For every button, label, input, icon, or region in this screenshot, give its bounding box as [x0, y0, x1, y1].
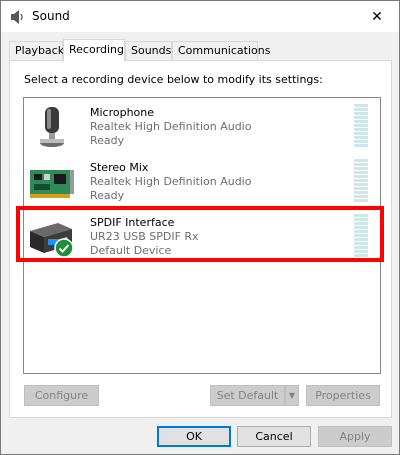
device-description: Realtek High Definition Audio	[90, 120, 252, 133]
title-bar: Sound ✕	[1, 1, 399, 32]
device-name: Stereo Mix	[90, 161, 149, 174]
sound-dialog: Sound ✕ Playback Recording Sounds Commun…	[0, 0, 400, 455]
level-meter	[354, 104, 368, 148]
device-status: Default Device	[90, 244, 172, 257]
device-list[interactable]: Microphone Realtek High Definition Audio…	[23, 97, 381, 374]
microphone-icon	[40, 107, 64, 147]
recording-panel: Select a recording device below to modif…	[9, 60, 392, 418]
device-status: Ready	[90, 134, 125, 147]
ok-label: OK	[186, 430, 202, 443]
green-check-icon	[54, 238, 74, 258]
set-default-dropdown[interactable]: ▼	[285, 385, 299, 406]
tab-playback[interactable]: Playback	[9, 41, 64, 61]
close-button[interactable]: ✕	[355, 1, 399, 32]
device-item-spdif-interface[interactable]: SPDIF Interface UR23 USB SPDIF Rx Defaul…	[24, 210, 380, 262]
device-item-stereo-mix[interactable]: Stereo Mix Realtek High Definition Audio…	[24, 155, 380, 207]
level-meter	[354, 214, 368, 258]
set-default-button[interactable]: Set Default	[210, 385, 285, 406]
tab-sounds[interactable]: Sounds	[125, 41, 172, 61]
level-meter	[354, 159, 368, 203]
cancel-label: Cancel	[255, 430, 293, 443]
configure-label: Configure	[34, 389, 89, 402]
speaker-icon	[11, 10, 23, 24]
chevron-down-icon: ▼	[288, 391, 296, 400]
apply-label: Apply	[339, 430, 371, 443]
close-icon: ✕	[371, 8, 383, 25]
sound-card-icon	[30, 170, 74, 198]
window-title: Sound	[32, 9, 70, 23]
device-name: SPDIF Interface	[90, 216, 175, 229]
properties-label: Properties	[315, 389, 371, 402]
device-name: Microphone	[90, 106, 155, 119]
instruction-text: Select a recording device below to modif…	[24, 73, 323, 86]
device-item-microphone[interactable]: Microphone Realtek High Definition Audio…	[24, 100, 380, 152]
properties-button[interactable]: Properties	[306, 385, 380, 406]
device-status: Ready	[90, 189, 125, 202]
ok-button[interactable]: OK	[157, 426, 231, 447]
device-description: Realtek High Definition Audio	[90, 175, 252, 188]
set-default-label: Set Default	[216, 389, 279, 402]
tab-recording[interactable]: Recording	[63, 39, 125, 62]
configure-button[interactable]: Configure	[24, 385, 99, 406]
cancel-button[interactable]: Cancel	[237, 426, 311, 447]
tab-communications[interactable]: Communications	[172, 41, 270, 61]
apply-button[interactable]: Apply	[318, 426, 392, 447]
device-description: UR23 USB SPDIF Rx	[90, 230, 199, 243]
